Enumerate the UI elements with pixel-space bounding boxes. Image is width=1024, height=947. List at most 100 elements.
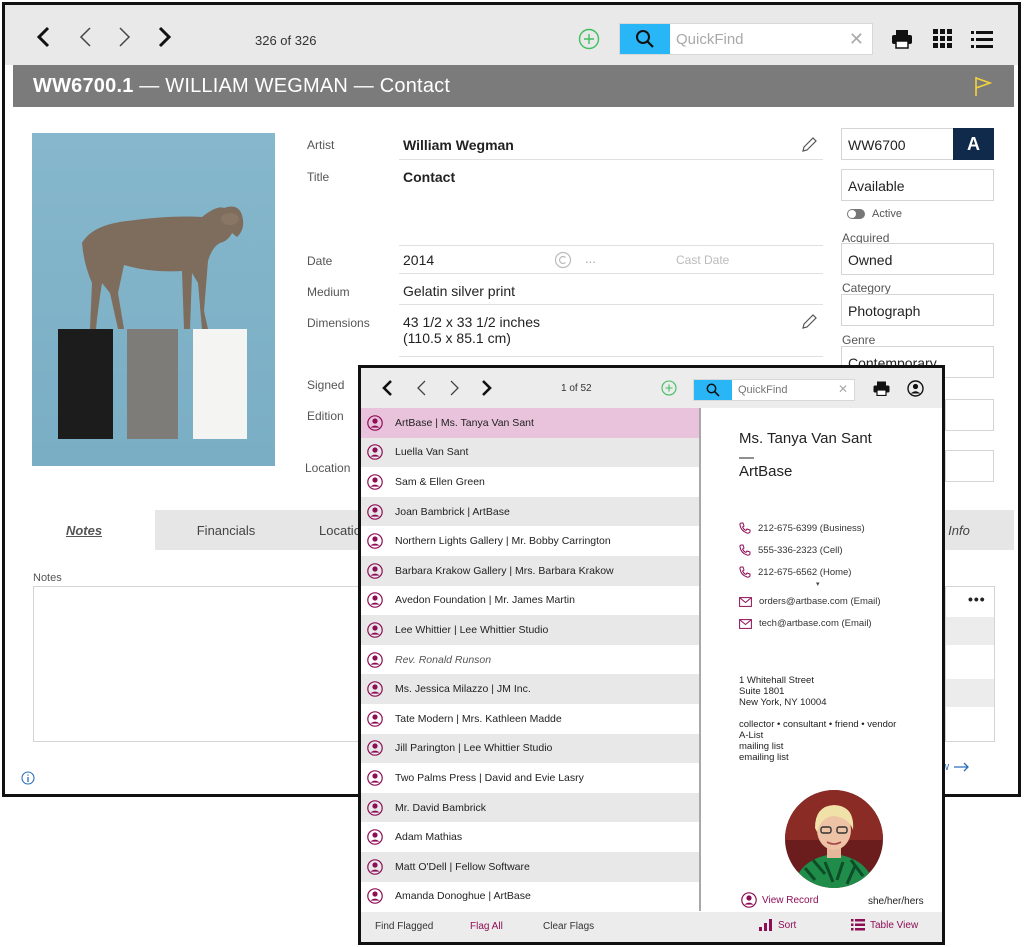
- previous-record-icon[interactable]: [73, 25, 97, 49]
- medium-value[interactable]: Gelatin silver print: [403, 283, 515, 299]
- next-record-icon[interactable]: [113, 25, 137, 49]
- contact-list-item[interactable]: Adam Mathias: [361, 822, 701, 852]
- last-contact-icon[interactable]: [481, 380, 493, 401]
- contact-list-item[interactable]: Joan Bambrick | ArtBase: [361, 496, 701, 527]
- right-field-2[interactable]: [945, 450, 994, 482]
- contacts-search-icon[interactable]: [694, 380, 732, 400]
- row-flag-icon[interactable]: [699, 526, 701, 556]
- contact-row-body[interactable]: Sam & Ellen Green: [361, 467, 699, 497]
- clear-flags-button[interactable]: Clear Flags: [543, 921, 594, 932]
- row-flag-icon[interactable]: [699, 496, 701, 527]
- row-flag-icon[interactable]: [699, 644, 701, 675]
- add-record-icon[interactable]: [577, 27, 601, 51]
- contact-row-body[interactable]: Lee Whittier | Lee Whittier Studio: [361, 615, 699, 645]
- user-icon[interactable]: [907, 380, 924, 402]
- date-value[interactable]: 2014: [403, 252, 434, 268]
- contact-list-item[interactable]: Amanda Donoghue | ArtBase: [361, 881, 701, 912]
- contact-row-body[interactable]: Joan Bambrick | ArtBase: [361, 496, 699, 527]
- contact-row-body[interactable]: Northern Lights Gallery | Mr. Bobby Carr…: [361, 526, 699, 556]
- view-record-link[interactable]: View Record: [741, 892, 819, 908]
- inventory-field[interactable]: WW6700: [841, 128, 954, 160]
- status-field[interactable]: Available: [841, 169, 994, 201]
- row-flag-icon[interactable]: [699, 674, 701, 704]
- contacts-print-icon[interactable]: [873, 381, 890, 401]
- contact-list-item[interactable]: Lee Whittier | Lee Whittier Studio: [361, 615, 701, 645]
- phone-business[interactable]: 212-675-6399 (Business): [739, 522, 865, 534]
- row-flag-icon[interactable]: [699, 467, 701, 497]
- row-flag-icon[interactable]: [699, 733, 701, 764]
- row-flag-icon[interactable]: [699, 881, 701, 912]
- notes-textarea[interactable]: [33, 586, 363, 742]
- contact-list-item[interactable]: Barbara Krakow Gallery | Mrs. Barbara Kr…: [361, 556, 701, 586]
- email-orders[interactable]: orders@artbase.com (Email): [739, 596, 881, 607]
- contact-row-body[interactable]: Adam Mathias: [361, 822, 699, 852]
- table-view-button[interactable]: Table View: [851, 919, 918, 931]
- next-contact-icon[interactable]: [449, 380, 461, 401]
- last-record-icon[interactable]: [153, 25, 177, 49]
- dimensions-line-1[interactable]: 43 1/2 x 33 1/2 inches: [403, 314, 540, 330]
- contact-list-item[interactable]: Mr. David Bambrick: [361, 792, 701, 823]
- row-flag-icon[interactable]: [699, 792, 701, 823]
- contact-row-body[interactable]: Ms. Jessica Milazzo | JM Inc.: [361, 674, 699, 704]
- contact-list-item[interactable]: Avedon Foundation | Mr. James Martin: [361, 585, 701, 616]
- dimensions-line-2[interactable]: (110.5 x 85.1 cm): [403, 330, 511, 346]
- phone-home[interactable]: 212-675-6562 (Home): [739, 566, 851, 578]
- list-view-icon[interactable]: [969, 27, 995, 51]
- contacts-clear-search-icon[interactable]: ✕: [838, 382, 848, 396]
- row-flag-icon[interactable]: [699, 852, 701, 882]
- artist-value[interactable]: William Wegman: [403, 137, 514, 153]
- first-record-icon[interactable]: [31, 25, 55, 49]
- contact-list-item[interactable]: Northern Lights Gallery | Mr. Bobby Carr…: [361, 526, 701, 556]
- contact-row-body[interactable]: Barbara Krakow Gallery | Mrs. Barbara Kr…: [361, 556, 699, 586]
- contact-list-item[interactable]: Rev. Ronald Runson: [361, 644, 701, 675]
- quickfind-input[interactable]: [676, 29, 836, 49]
- contact-list-item[interactable]: Two Palms Press | David and Evie Lasry: [361, 763, 701, 793]
- contact-list-item[interactable]: Ms. Jessica Milazzo | JM Inc.: [361, 674, 701, 704]
- contact-row-body[interactable]: ArtBase | Ms. Tanya Van Sant: [361, 408, 699, 438]
- clear-search-icon[interactable]: ✕: [849, 29, 864, 49]
- contact-row-body[interactable]: Jill Parington | Lee Whittier Studio: [361, 733, 699, 764]
- expand-caret-icon[interactable]: ▾: [816, 580, 820, 588]
- contact-list-item[interactable]: Jill Parington | Lee Whittier Studio: [361, 733, 701, 764]
- row-flag-icon[interactable]: [699, 615, 701, 645]
- contact-row-body[interactable]: Two Palms Press | David and Evie Lasry: [361, 763, 699, 793]
- contact-row-body[interactable]: Avedon Foundation | Mr. James Martin: [361, 586, 699, 616]
- contact-row-body[interactable]: Amanda Donoghue | ArtBase: [361, 882, 699, 912]
- row-flag-icon[interactable]: [699, 704, 701, 734]
- search-icon[interactable]: [620, 24, 670, 54]
- flag-icon[interactable]: [973, 75, 993, 102]
- contact-row-body[interactable]: Mr. David Bambrick: [361, 792, 699, 823]
- contact-list-item[interactable]: ArtBase | Ms. Tanya Van Sant: [361, 408, 701, 438]
- right-field-1[interactable]: [945, 399, 994, 431]
- contact-list-item[interactable]: Tate Modern | Mrs. Kathleen Madde: [361, 704, 701, 734]
- cast-date-field[interactable]: Cast Date: [676, 253, 729, 267]
- row-flag-icon[interactable]: [699, 585, 701, 616]
- acquired-field[interactable]: Owned: [841, 243, 994, 275]
- add-contact-icon[interactable]: [661, 380, 677, 401]
- copyright-icon[interactable]: [554, 251, 572, 274]
- tab-info[interactable]: Info: [939, 510, 979, 550]
- contact-row-body[interactable]: Tate Modern | Mrs. Kathleen Madde: [361, 704, 699, 734]
- email-tech[interactable]: tech@artbase.com (Email): [739, 618, 872, 629]
- sort-button[interactable]: Sort: [759, 919, 796, 931]
- row-flag-icon[interactable]: [699, 556, 701, 586]
- grid-view-icon[interactable]: [931, 27, 955, 51]
- tab-notes[interactable]: Notes: [13, 510, 155, 550]
- first-contact-icon[interactable]: [381, 380, 393, 401]
- date-more[interactable]: ...: [585, 251, 596, 266]
- contact-list-item[interactable]: Matt O'Dell | Fellow Software: [361, 852, 701, 882]
- title-value[interactable]: Contact: [403, 169, 455, 185]
- print-icon[interactable]: [889, 27, 915, 51]
- edit-dimensions-icon[interactable]: [800, 313, 818, 336]
- find-flagged-button[interactable]: Find Flagged: [375, 921, 433, 932]
- contact-list-item[interactable]: Luella Van Sant: [361, 437, 701, 468]
- category-field[interactable]: Photograph: [841, 294, 994, 326]
- flag-all-button[interactable]: Flag All: [470, 921, 503, 932]
- contact-row-body[interactable]: Matt O'Dell | Fellow Software: [361, 852, 699, 882]
- record-badge[interactable]: A: [953, 128, 994, 160]
- row-flag-icon[interactable]: [699, 408, 701, 438]
- contact-row-body[interactable]: Luella Van Sant: [361, 437, 699, 468]
- info-icon[interactable]: [21, 771, 35, 790]
- previous-contact-icon[interactable]: [415, 380, 427, 401]
- contact-row-body[interactable]: Rev. Ronald Runson: [361, 645, 699, 675]
